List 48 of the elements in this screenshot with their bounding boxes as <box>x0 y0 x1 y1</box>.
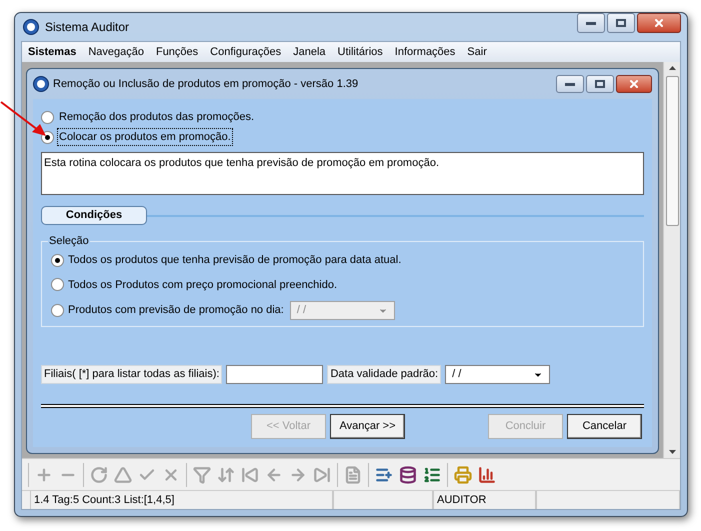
group-title: Seleção <box>48 234 90 248</box>
scrollbar[interactable] <box>663 62 680 458</box>
radio-label[interactable]: Remoção dos produtos das promoções. <box>57 108 256 126</box>
radio-label[interactable]: Todos os produtos que tenha previsão de promoção para data atual. <box>68 252 402 268</box>
radio-button[interactable] <box>51 254 64 267</box>
menu-item[interactable]: Sair <box>467 44 487 60</box>
app-logo-icon <box>23 19 39 35</box>
scrollbar-thumb[interactable] <box>666 76 678 226</box>
app-logo-icon <box>33 76 49 92</box>
minimize-button[interactable] <box>577 13 605 33</box>
chart-icon[interactable] <box>478 466 496 484</box>
status-text: AUDITOR <box>437 492 486 508</box>
scroll-up-icon[interactable] <box>668 66 676 70</box>
database-icon[interactable] <box>399 466 417 484</box>
window-title: Sistema Auditor <box>45 19 130 36</box>
list-icon[interactable] <box>375 466 393 484</box>
dialog-button[interactable]: Avançar >> <box>330 414 405 439</box>
maximize-button[interactable] <box>586 75 614 93</box>
filiais-field[interactable] <box>226 365 324 384</box>
data-label: Data validade padrão: <box>327 365 442 384</box>
printer-icon[interactable] <box>454 466 472 484</box>
radio-button[interactable] <box>41 110 54 124</box>
radio-button[interactable] <box>51 278 64 292</box>
close-icon <box>628 78 640 90</box>
close-button[interactable] <box>616 75 652 93</box>
maximize-button[interactable] <box>607 13 635 33</box>
date-dropdown[interactable]: / / <box>445 365 550 384</box>
scroll-down-icon[interactable] <box>668 450 676 454</box>
menu-item[interactable]: Informações <box>394 44 456 60</box>
menu-item[interactable]: Configurações <box>210 44 282 60</box>
description-box: Esta rotina colocara os produtos que tenha previsão de promoção em promoção. <box>41 152 644 195</box>
conditions-tab[interactable]: Condições <box>41 206 147 225</box>
radio-label[interactable]: Todos os Produtos com preço promocional preenchido. <box>68 276 338 293</box>
list-icon[interactable] <box>423 466 441 484</box>
minimize-button[interactable] <box>556 75 584 93</box>
annotation-arrow <box>0 100 48 138</box>
close-button[interactable] <box>637 13 681 33</box>
status-text: 1.4 Tag:5 Count:3 List:[1,4,5] <box>34 492 174 508</box>
menu-item[interactable]: Funções <box>156 44 198 60</box>
dialog-title: Remoção ou Inclusão de produtos em promoção - versão 1.39 <box>53 76 358 92</box>
menu-item[interactable]: Navegação <box>88 44 144 60</box>
close-icon <box>653 17 665 29</box>
menu-item[interactable]: Utilitários <box>338 44 383 60</box>
dialog-button[interactable]: Cancelar <box>567 414 642 439</box>
menu-item[interactable]: Sistemas <box>28 44 76 60</box>
radio-label[interactable]: Colocar os produtos em promoção. <box>57 128 233 146</box>
menu-item[interactable]: Janela <box>293 44 326 60</box>
filiais-label: Filiais( [*] para listar todas as filiais): <box>41 365 222 384</box>
